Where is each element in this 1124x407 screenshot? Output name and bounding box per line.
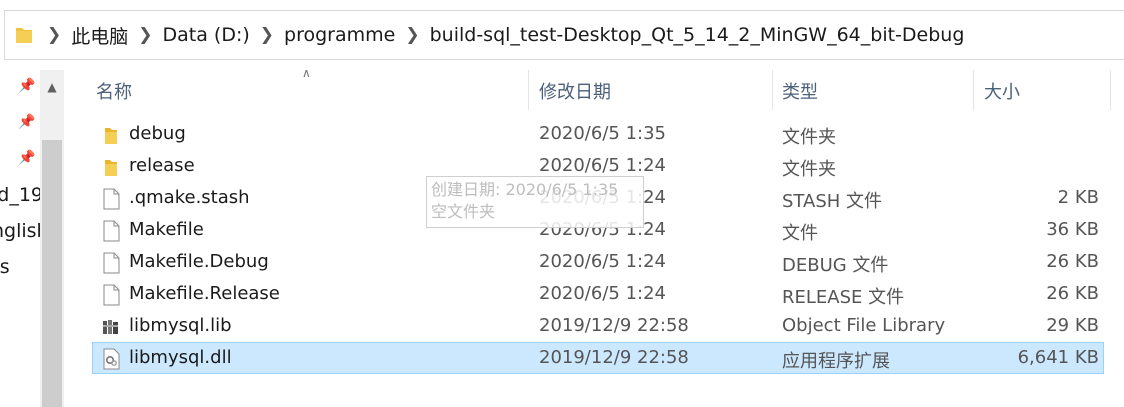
chevron-right-icon[interactable]: ❯ [399,25,425,45]
tooltip-empty-folder: 空文件夹 [431,202,496,221]
navigation-pane[interactable]: 📌 📌 📌 id_19 nglish rs ▲ [0,70,66,407]
file-name: libmysql.lib [129,315,232,336]
file-type: DEBUG 文件 [782,255,889,276]
file-type: Object File Library [782,315,946,336]
file-row[interactable]: libmysql.dll 2019/12/9 22:58 应用程序扩展 6,641 K… [92,342,1104,374]
folder-icon [101,124,121,146]
file-row[interactable]: libmysql.lib 2019/12/9 22:58 Object File L… [92,310,1104,342]
file-name: debug [129,123,186,144]
file-type: 文件夹 [782,159,836,180]
sort-ascending-icon: ∧ [302,66,311,80]
file-name: Makefile.Debug [129,251,269,272]
column-type[interactable]: 类型 [782,78,818,104]
breadcrumb-this-pc[interactable]: 此电脑 [67,22,132,49]
folder-icon [101,156,121,178]
file-size: 6,641 KB [1017,347,1099,368]
address-bar[interactable]: ❯ 此电脑 ❯ Data (D:) ❯ programme ❯ build-sq… [0,0,1124,70]
file-date: 2020/6/5 1:24 [539,155,666,176]
breadcrumb[interactable]: ❯ 此电脑 ❯ Data (D:) ❯ programme ❯ build-sq… [4,10,1124,60]
file-name: libmysql.dll [129,347,232,368]
column-name[interactable]: 名称 [96,78,132,104]
file-date: 2019/12/9 22:58 [539,315,689,336]
breadcrumb-drive[interactable]: Data (D:) [159,24,254,46]
column-divider[interactable] [1110,70,1111,110]
file-row[interactable]: Makefile.Debug 2020/6/5 1:24 DEBUG 文件 26 KB [92,246,1104,278]
file-size: 29 KB [1046,315,1099,336]
nav-item[interactable]: id_19 [0,184,43,206]
file-type: 文件 [782,223,818,244]
file-icon [101,220,121,242]
file-name: Makefile [129,219,204,240]
dll-icon [101,348,121,370]
file-row[interactable]: debug 2020/6/5 1:35 文件夹 [92,118,1104,150]
file-icon [101,252,121,274]
scroll-up-icon[interactable]: ▲ [40,76,64,98]
file-name: Makefile.Release [129,283,280,304]
file-size: 2 KB [1057,187,1099,208]
file-date: 2020/6/5 1:24 [539,283,666,304]
pin-icon[interactable]: 📌 [18,114,35,130]
file-type: 文件夹 [782,127,836,148]
file-row[interactable]: Makefile.Release 2020/6/5 1:24 RELEASE 文件 2… [92,278,1104,310]
tooltip-created-date: 创建日期: 2020/6/5 1:35 [431,180,619,199]
file-date: 2020/6/5 1:35 [539,123,666,144]
column-date[interactable]: 修改日期 [539,78,611,104]
file-type: RELEASE 文件 [782,287,905,308]
pin-icon[interactable]: 📌 [18,150,35,166]
file-size: 26 KB [1046,283,1099,304]
chevron-right-icon[interactable]: ❯ [41,25,67,45]
pin-icon[interactable]: 📌 [18,78,35,94]
nav-scrollbar[interactable]: ▲ [40,70,64,407]
breadcrumb-build-folder[interactable]: build-sql_test-Desktop_Qt_5_14_2_MinGW_6… [426,24,969,46]
chevron-right-icon[interactable]: ❯ [254,25,280,45]
library-icon [101,316,121,338]
tooltip: 创建日期: 2020/6/5 1:35 空文件夹 [426,176,644,228]
file-icon [101,188,121,210]
column-header: ∧ 名称 修改日期 类型 大小 [66,66,1124,112]
column-divider[interactable] [528,70,529,110]
file-size: 36 KB [1046,219,1099,240]
file-date: 2019/12/9 22:58 [539,347,689,368]
column-size[interactable]: 大小 [984,78,1020,104]
file-type: STASH 文件 [782,191,883,212]
breadcrumb-programme[interactable]: programme [280,24,399,46]
folder-icon [15,25,33,45]
file-date: 2020/6/5 1:24 [539,251,666,272]
column-divider[interactable] [772,70,773,110]
column-divider[interactable] [973,70,974,110]
file-name: .qmake.stash [129,187,250,208]
scrollbar-thumb[interactable] [42,140,62,407]
file-name: release [129,155,195,176]
chevron-right-icon[interactable]: ❯ [132,25,158,45]
file-size: 26 KB [1046,251,1099,272]
nav-item[interactable]: rs [0,256,10,278]
file-icon [101,284,121,306]
file-type: 应用程序扩展 [782,351,890,372]
